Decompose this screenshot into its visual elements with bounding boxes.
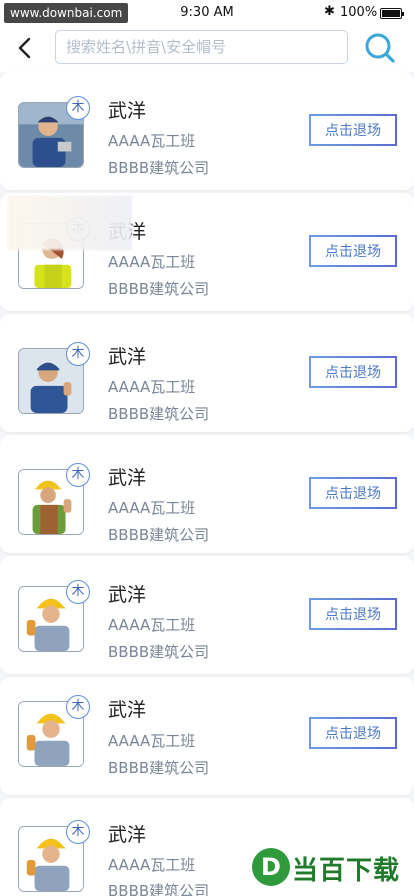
back-chevron-icon xyxy=(18,37,31,59)
worker-company: BBBB建筑公司 xyxy=(108,643,210,661)
brand-logo-icon: D xyxy=(252,848,290,886)
worker-company: BBBB建筑公司 xyxy=(108,759,210,777)
worker-name: 武洋 xyxy=(108,584,147,606)
trade-badge: 木 xyxy=(66,695,90,719)
worker-team: AAAA瓦工班 xyxy=(108,378,196,396)
worker-team: AAAA瓦工班 xyxy=(108,616,196,634)
worker-card: 木 武洋 AAAA瓦工班 BBBB建筑公司 点击退场 xyxy=(0,677,414,795)
worker-team: AAAA瓦工班 xyxy=(108,132,196,150)
trade-badge: 木 xyxy=(66,96,90,120)
worker-name: 武洋 xyxy=(108,467,147,489)
worker-name: 武洋 xyxy=(108,824,147,846)
exit-button[interactable]: 点击退场 xyxy=(309,598,397,630)
bluetooth-icon: ✱ xyxy=(324,4,335,19)
exit-button[interactable]: 点击退场 xyxy=(309,114,397,146)
search-button[interactable] xyxy=(364,31,396,65)
exit-button[interactable]: 点击退场 xyxy=(309,235,397,267)
exit-button[interactable]: 点击退场 xyxy=(309,717,397,749)
worker-company: BBBB建筑公司 xyxy=(108,405,210,423)
worker-card: 木 武洋 AAAA瓦工班 BBBB建筑公司 点击退场 xyxy=(0,72,414,190)
blur-patch xyxy=(8,196,132,250)
exit-button[interactable]: 点击退场 xyxy=(309,477,397,509)
worker-company: BBBB建筑公司 xyxy=(108,526,210,544)
worker-team: AAAA瓦工班 xyxy=(108,499,196,517)
brand-watermark: D 当百下载 xyxy=(252,844,414,894)
worker-card: 木 武洋 AAAA瓦工班 BBBB建筑公司 点击退场 xyxy=(0,314,414,432)
search-icon xyxy=(365,33,395,63)
worker-team: AAAA瓦工班 xyxy=(108,253,196,271)
battery-icon xyxy=(380,8,404,19)
search-input[interactable] xyxy=(56,31,347,63)
worker-team: AAAA瓦工班 xyxy=(108,856,196,874)
trade-badge: 木 xyxy=(66,580,90,604)
exit-button[interactable]: 点击退场 xyxy=(309,356,397,388)
worker-name: 武洋 xyxy=(108,100,147,122)
worker-company: BBBB建筑公司 xyxy=(108,882,210,896)
trade-badge: 木 xyxy=(66,463,90,487)
search-header xyxy=(0,26,414,72)
worker-name: 武洋 xyxy=(108,699,147,721)
trade-badge: 木 xyxy=(66,820,90,844)
trade-badge: 木 xyxy=(66,342,90,366)
back-button[interactable] xyxy=(12,34,40,62)
battery-percentage: 100% xyxy=(340,5,378,20)
worker-card: 木 武洋 AAAA瓦工班 BBBB建筑公司 点击退场 xyxy=(0,556,414,674)
status-bar: www.downbai.com 9:30 AM ✱ 100% xyxy=(0,0,414,26)
worker-company: BBBB建筑公司 xyxy=(108,280,210,298)
worker-company: BBBB建筑公司 xyxy=(108,159,210,177)
worker-name: 武洋 xyxy=(108,346,147,368)
worker-team: AAAA瓦工班 xyxy=(108,732,196,750)
brand-text: 当百下载 xyxy=(292,856,401,886)
worker-card: 木 武洋 AAAA瓦工班 BBBB建筑公司 点击退场 xyxy=(0,435,414,553)
search-box xyxy=(55,30,348,64)
